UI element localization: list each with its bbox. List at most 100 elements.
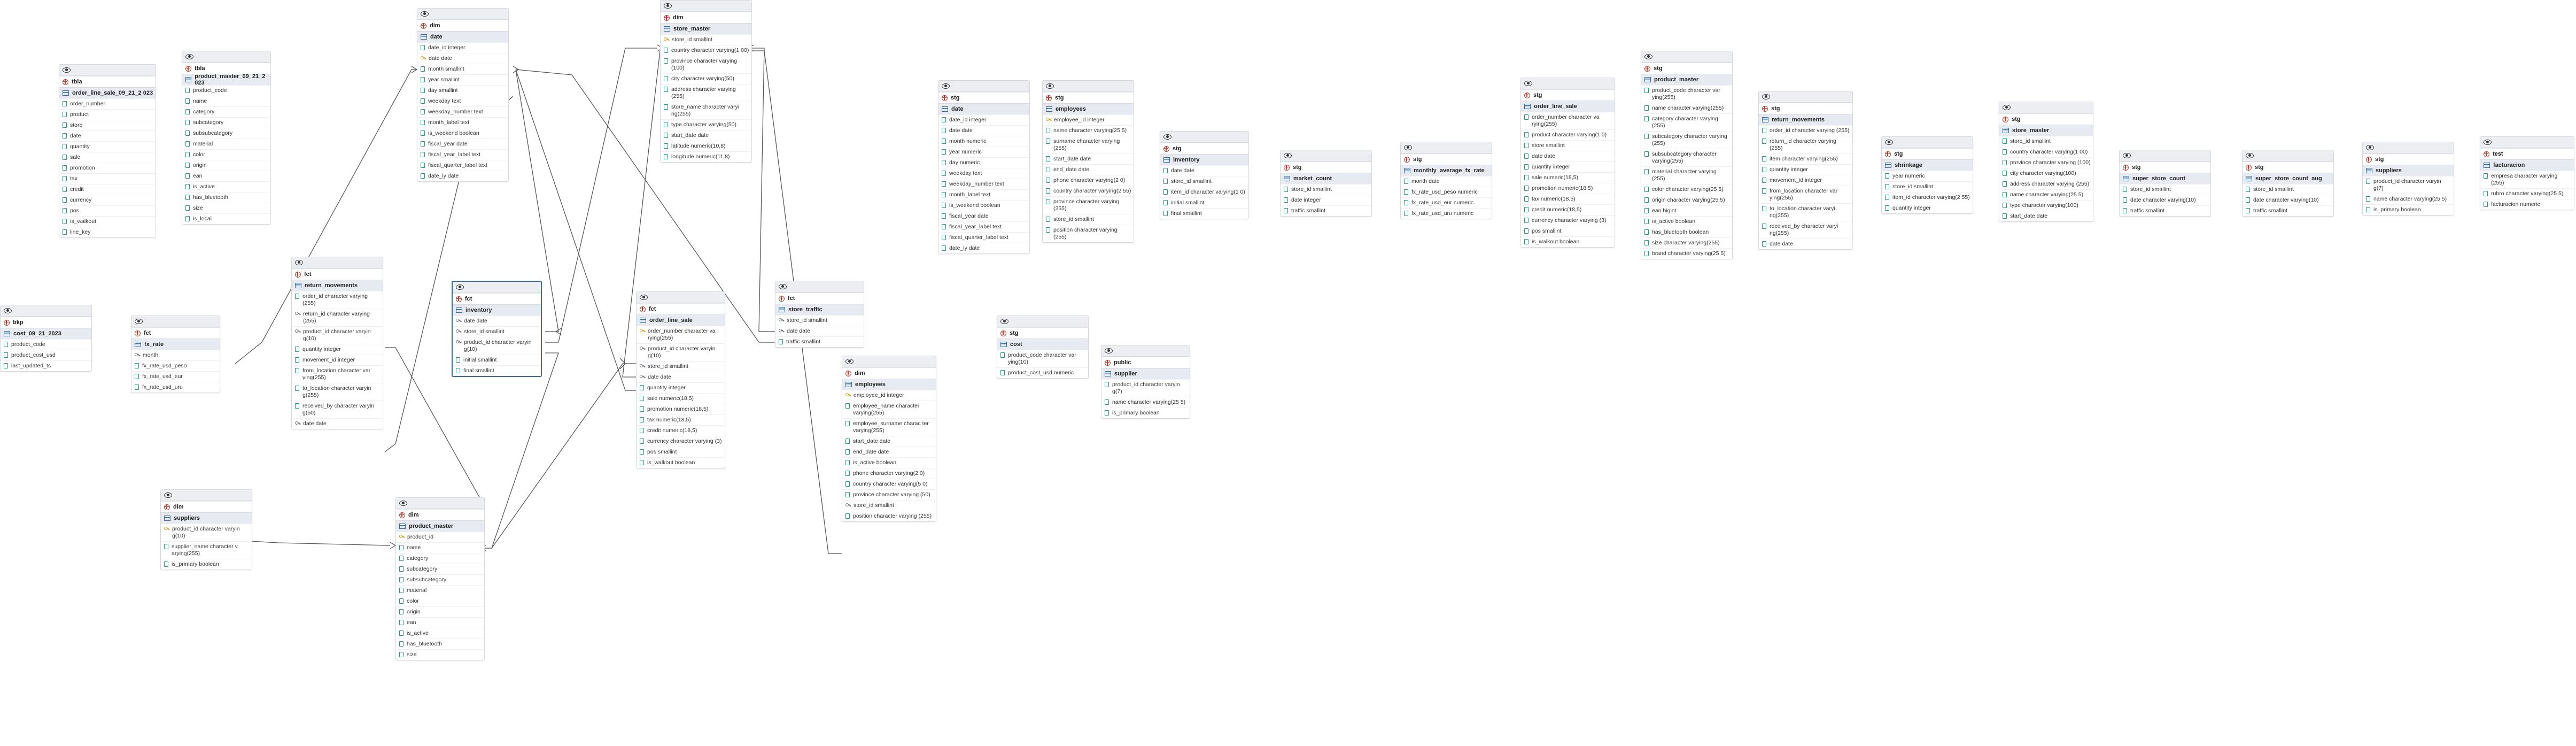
column-row[interactable]: currency <box>59 195 156 205</box>
visibility-toggle[interactable] <box>1641 51 1732 62</box>
column-row[interactable]: final smallint <box>1160 208 1248 219</box>
visibility-toggle[interactable] <box>1401 142 1492 153</box>
column-row[interactable]: color <box>182 149 270 160</box>
table-name-row[interactable]: facturacion <box>2480 159 2574 171</box>
column-row[interactable]: province character varying (100) <box>661 56 751 73</box>
column-row[interactable]: supplier_name character v arying(255) <box>161 541 252 559</box>
column-row[interactable]: name character varying(25 5) <box>1043 125 1134 136</box>
column-row[interactable]: initial smallint <box>453 355 541 365</box>
table-card[interactable]: stg suppliers product_id character varyin … <box>2362 142 2454 216</box>
column-row[interactable]: employee_surname charac ter varying(255) <box>842 418 936 436</box>
table-name-row[interactable]: shrinkage <box>1882 159 1973 171</box>
table-card[interactable]: stg return_movements order_id character va… <box>1758 91 1853 250</box>
column-row[interactable]: date date <box>292 418 383 429</box>
column-row[interactable]: store_id smallint <box>2243 184 2333 195</box>
table-header[interactable] <box>1999 102 2093 113</box>
table-name-row[interactable]: employees <box>842 379 936 390</box>
column-row[interactable]: address character varying (255) <box>661 84 751 102</box>
column-row[interactable]: tax <box>59 173 156 184</box>
column-row[interactable]: fx_rate_usd_uru numeric <box>1401 208 1492 219</box>
eye-icon[interactable] <box>1644 54 1652 59</box>
column-row[interactable]: sale numeric(18,5) <box>637 393 725 404</box>
table-card[interactable]: stg cost product_code character var ying(1… <box>997 316 1089 379</box>
column-row[interactable]: product_id <box>396 532 484 542</box>
eye-icon[interactable] <box>135 319 143 324</box>
column-row[interactable]: date date <box>417 53 508 64</box>
table-header[interactable] <box>842 356 936 367</box>
column-row[interactable]: date date <box>775 326 864 336</box>
column-row[interactable]: date <box>59 130 156 141</box>
table-card[interactable]: test facturacion empresa character varying… <box>2480 136 2574 210</box>
column-row[interactable]: name <box>396 542 484 553</box>
column-row[interactable]: weekday text <box>417 96 508 106</box>
eye-icon[interactable] <box>1105 348 1113 353</box>
column-row[interactable]: store_id smallint <box>1160 176 1248 187</box>
column-row[interactable]: pos <box>59 205 156 216</box>
column-row[interactable]: longitude numeric(11,8) <box>661 151 751 162</box>
table-header[interactable] <box>637 292 725 303</box>
column-row[interactable]: return_id character varying (255) <box>292 309 383 326</box>
table-name-row[interactable]: market_count <box>1281 173 1371 184</box>
column-row[interactable]: size character varying(255) <box>1641 237 1732 248</box>
diagram-canvas[interactable]: tbla order_line_sale_09_21_2 023 order_num… <box>0 0 2576 746</box>
visibility-toggle[interactable] <box>1521 78 1615 89</box>
eye-icon[interactable] <box>1163 134 1171 140</box>
column-row[interactable]: store_id smallint <box>637 361 725 372</box>
column-row[interactable]: product_id character varyin g(10) <box>292 326 383 344</box>
eye-icon[interactable] <box>640 295 648 300</box>
table-name-row[interactable]: order_line_sale <box>637 314 725 326</box>
column-row[interactable]: item_id character varying(1 0) <box>1160 187 1248 197</box>
table-header[interactable] <box>775 281 864 293</box>
column-row[interactable]: month smallint <box>417 64 508 74</box>
column-row[interactable]: material <box>396 585 484 596</box>
column-row[interactable]: product <box>59 109 156 120</box>
table-header[interactable] <box>1101 345 1190 357</box>
column-row[interactable]: employee_id integer <box>1043 114 1134 125</box>
eye-icon[interactable] <box>399 501 407 506</box>
column-row[interactable]: empresa character varying (255) <box>2480 171 2574 188</box>
column-row[interactable]: is_weekend boolean <box>417 128 508 139</box>
column-row[interactable]: name character varying(25 5) <box>2363 194 2454 204</box>
table-name-row[interactable]: store_traffic <box>775 304 864 315</box>
column-row[interactable]: traffic smallint <box>2120 205 2210 216</box>
column-row[interactable]: fiscal_quarter_label text <box>417 160 508 171</box>
column-row[interactable]: category <box>396 553 484 564</box>
table-card[interactable]: stg employees employee_id integer name char… <box>1042 80 1134 243</box>
eye-icon[interactable] <box>164 493 172 498</box>
column-row[interactable]: product_code <box>1 339 91 350</box>
column-row[interactable]: is_local <box>182 213 270 224</box>
column-row[interactable]: city character varying(50) <box>661 73 751 84</box>
column-row[interactable]: country character varying(1 00) <box>1999 147 2093 157</box>
eye-icon[interactable] <box>664 3 672 9</box>
table-name-row[interactable]: product_master <box>1641 74 1732 85</box>
table-header[interactable] <box>661 1 751 12</box>
column-row[interactable]: store_id smallint <box>453 326 541 337</box>
column-row[interactable]: product_id character varyin g(10) <box>453 337 541 355</box>
column-row[interactable]: has_bluetooth <box>396 639 484 649</box>
column-row[interactable]: product_id character varyin g(10) <box>161 524 252 541</box>
column-row[interactable]: movement_id integer <box>292 355 383 365</box>
column-row[interactable]: has_bluetooth <box>182 192 270 203</box>
column-row[interactable]: fiscal_year_label text <box>938 221 1029 232</box>
visibility-toggle[interactable] <box>453 282 541 293</box>
column-row[interactable]: promotion <box>59 163 156 173</box>
column-row[interactable]: to_location character varyi ng(255) <box>1759 203 1852 221</box>
visibility-toggle[interactable] <box>292 257 383 268</box>
column-row[interactable]: is_primary boolean <box>2363 204 2454 215</box>
visibility-toggle[interactable] <box>637 292 725 303</box>
eye-icon[interactable] <box>1885 140 1893 145</box>
table-header[interactable] <box>417 9 508 20</box>
table-name-row[interactable]: store_master <box>661 23 751 34</box>
visibility-toggle[interactable] <box>2480 137 2574 148</box>
table-header[interactable] <box>2243 150 2333 161</box>
column-row[interactable]: store_id smallint <box>1281 184 1371 195</box>
column-row[interactable]: date integer <box>1281 195 1371 205</box>
column-row[interactable]: quantity integer <box>1882 203 1973 213</box>
table-name-row[interactable]: suppliers <box>2363 165 2454 176</box>
column-row[interactable]: to_location character varyin g(255) <box>292 383 383 401</box>
eye-icon[interactable] <box>421 11 429 17</box>
column-row[interactable]: position character varying (255) <box>1043 225 1134 242</box>
column-row[interactable]: quantity integer <box>292 344 383 355</box>
eye-icon[interactable] <box>942 83 950 89</box>
column-row[interactable]: store_id smallint <box>1882 181 1973 192</box>
